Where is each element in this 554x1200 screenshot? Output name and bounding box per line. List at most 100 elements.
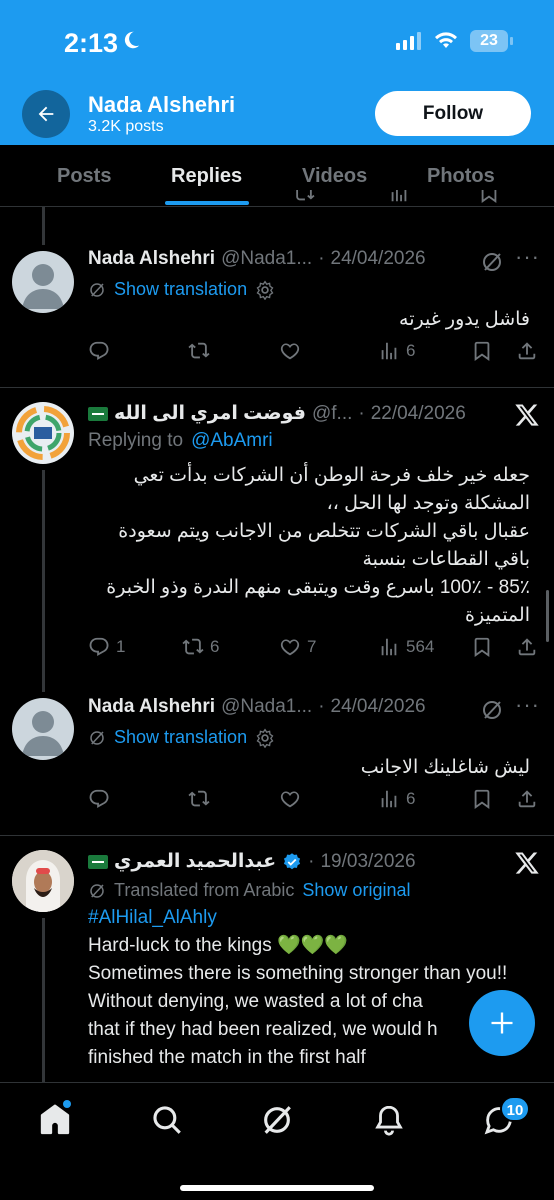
bookmark-button[interactable] (471, 340, 493, 362)
scroll-indicator[interactable] (546, 590, 549, 642)
profile-header: 2:13 23 Nada Alshehri 3.2K posts Follow (0, 0, 554, 145)
avatar[interactable] (12, 402, 74, 464)
heart-icon (280, 791, 300, 808)
bookmark-icon (474, 637, 490, 657)
views-icon (381, 638, 397, 656)
back-button[interactable] (22, 90, 70, 138)
avatar[interactable] (12, 698, 74, 760)
tab-replies[interactable]: Replies (171, 165, 242, 188)
home-icon[interactable] (38, 1103, 72, 1137)
tweet-line: finished the match in the first half (88, 1047, 366, 1068)
thread-line (42, 470, 45, 692)
like-button[interactable]: 7 (279, 636, 316, 658)
separator: · (318, 696, 325, 717)
author-handle[interactable]: @Nada1... (221, 248, 312, 270)
more-options-icon[interactable]: ··· (515, 692, 540, 718)
grok-icon[interactable] (260, 1103, 294, 1137)
tweet-text: جعله خير خلف فرحة الوطن أن الشركات بدأت … (106, 465, 530, 626)
settings-gear-icon[interactable] (255, 279, 275, 300)
share-button[interactable] (516, 788, 538, 810)
repost-count: 6 (210, 637, 220, 656)
follow-button[interactable]: Follow (375, 91, 531, 136)
tweet-date[interactable]: 24/04/2026 (331, 248, 426, 270)
tweet-text: فاشل يدور غيرته (399, 309, 530, 330)
share-button[interactable] (516, 636, 538, 658)
translation-row: Translated from Arabic Show original (88, 880, 410, 901)
author-name[interactable]: فوضت امري الى الله (114, 402, 306, 425)
tab-posts[interactable]: Posts (57, 165, 111, 188)
tweet-date[interactable]: 19/03/2026 (320, 851, 415, 873)
repost-button[interactable]: 6 (182, 636, 219, 658)
reply-icon (89, 341, 109, 360)
author-handle[interactable]: @Nada1... (221, 696, 312, 718)
tweet-line: Hard-luck to the kings 💚💚💚 (88, 935, 348, 956)
views-icon (381, 790, 397, 808)
tweet-date[interactable]: 24/04/2026 (331, 696, 426, 718)
reply-button[interactable]: 1 (88, 636, 125, 658)
share-button[interactable] (516, 340, 538, 362)
back-arrow-icon (38, 106, 54, 122)
replying-label: Replying to (88, 430, 184, 451)
author-name[interactable]: Nada Alshehri (88, 696, 215, 718)
partial-action-row (88, 190, 538, 212)
messages-badge: 10 (500, 1096, 530, 1122)
search-icon[interactable] (150, 1103, 184, 1137)
grok-small-icon (90, 883, 104, 898)
reply-button[interactable] (88, 340, 116, 362)
show-translation-link[interactable]: Show translation (114, 727, 247, 748)
x-logo-icon (515, 852, 539, 874)
settings-gear-icon[interactable] (255, 727, 275, 748)
views-button[interactable]: 6 (378, 340, 415, 362)
like-button[interactable] (279, 340, 307, 362)
saudi-flag-icon (88, 854, 108, 869)
show-original-link[interactable]: Show original (302, 880, 410, 901)
avatar[interactable] (12, 850, 74, 912)
divider (0, 835, 554, 836)
translated-label: Translated from Arabic (114, 880, 295, 900)
grok-icon[interactable] (480, 250, 504, 274)
views-button[interactable]: 564 (378, 636, 434, 658)
default-avatar-icon (22, 264, 64, 309)
repost-icon (188, 790, 210, 807)
hashtag-link[interactable]: #AlHilal_AlAhly (88, 904, 528, 932)
repost-button[interactable] (188, 788, 216, 810)
tweet-actions: 6 (88, 340, 538, 370)
bookmark-button[interactable] (471, 788, 493, 810)
tweet-date[interactable]: 22/04/2026 (371, 403, 466, 425)
more-options-icon[interactable]: ··· (515, 244, 540, 270)
tab-photos[interactable]: Photos (427, 165, 495, 188)
tweet-line: that if they had been realized, we would… (88, 1019, 438, 1040)
translation-row: Show translation (88, 727, 275, 748)
heart-icon (280, 343, 300, 360)
repost-button[interactable] (188, 340, 216, 362)
reply-icon (89, 637, 109, 656)
home-indicator (180, 1185, 374, 1191)
moon-icon (124, 31, 140, 49)
thread-line (42, 207, 45, 245)
show-translation-link[interactable]: Show translation (114, 279, 247, 300)
divider (0, 387, 554, 388)
author-name[interactable]: Nada Alshehri (88, 248, 215, 270)
tweet-header: Nada Alshehri @Nada1... · 24/04/2026 (88, 696, 426, 718)
tweet-header: عبدالحميد العمري · 19/03/2026 (88, 850, 416, 873)
views-button[interactable]: 6 (378, 788, 415, 810)
replying-to-handle[interactable]: @AbAmri (191, 430, 273, 452)
author-name[interactable]: عبدالحميد العمري (114, 850, 276, 873)
author-handle[interactable]: @f... (312, 403, 352, 425)
grok-icon[interactable] (480, 698, 504, 722)
like-button[interactable] (279, 788, 307, 810)
separator: · (358, 402, 365, 424)
separator: · (308, 850, 315, 872)
avatar[interactable] (12, 251, 74, 313)
bookmark-icon (474, 341, 490, 361)
tab-videos[interactable]: Videos (302, 165, 367, 188)
notifications-bell-icon[interactable] (372, 1103, 406, 1137)
status-time: 2:13 (64, 28, 119, 58)
compose-button[interactable] (469, 990, 535, 1056)
bookmark-button[interactable] (471, 636, 493, 658)
reply-button[interactable] (88, 788, 116, 810)
battery-nub (510, 37, 513, 45)
views-icon (391, 190, 407, 202)
share-icon (518, 638, 536, 656)
like-count: 7 (307, 637, 317, 656)
